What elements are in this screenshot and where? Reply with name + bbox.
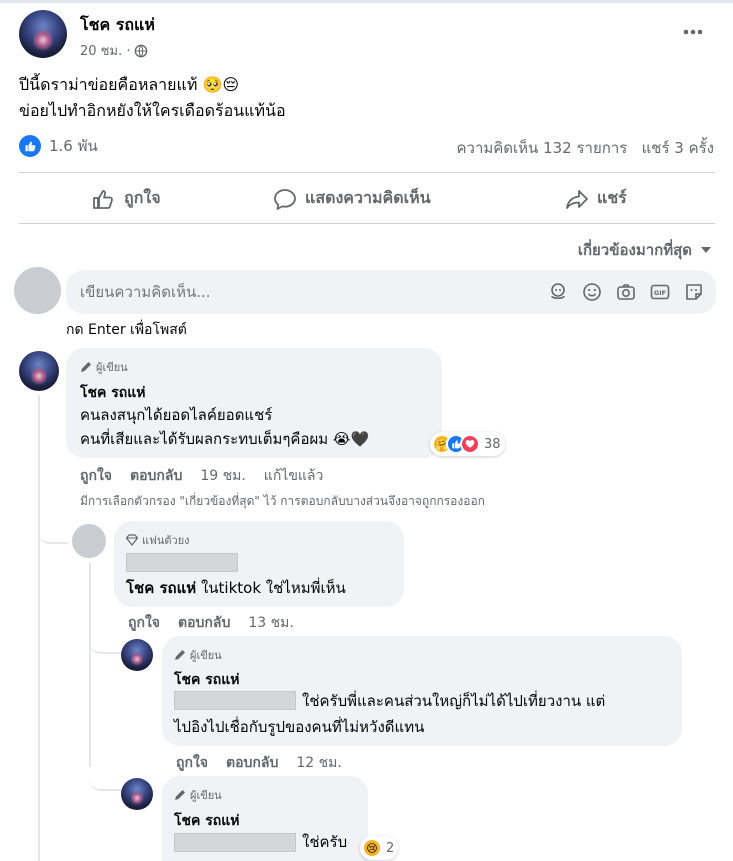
reaction-count: 38 <box>484 436 501 452</box>
post-meta: 20 ชม. · <box>80 40 148 61</box>
comment-edited: แก้ไขแล้ว <box>263 468 324 484</box>
comment-reply-link[interactable]: ตอบกลับ <box>130 465 182 487</box>
comment-input[interactable] <box>80 281 480 303</box>
share-arrow-icon <box>566 189 588 209</box>
badge-label: ผู้เขียน <box>190 649 222 662</box>
comment-actions: ถูกใจ ตอบกลับ 12 ชม. <box>176 752 342 774</box>
post-time[interactable]: 20 ชม. · <box>80 40 130 61</box>
reply-connector <box>38 520 68 544</box>
divider <box>19 223 715 224</box>
comment-bubble: ผู้เขียน โชค รถแห่ ใช่ครับ <box>162 776 368 861</box>
comment-button[interactable]: แสดงความคิดเห็น <box>273 186 431 211</box>
comment-composer[interactable]: GIF <box>66 270 716 314</box>
comment-sort-dropdown[interactable]: เกี่ยวข้องมากที่สุด <box>578 238 712 262</box>
commenter-avatar[interactable] <box>121 639 153 671</box>
sort-label: เกี่ยวข้องมากที่สุด <box>577 241 692 259</box>
divider <box>19 172 715 173</box>
comment-author[interactable]: โชค รถแห่ <box>174 810 240 832</box>
commenter-avatar[interactable] <box>72 524 106 558</box>
reaction-count: 2 <box>386 840 395 856</box>
share-label: แชร์ <box>597 188 627 207</box>
post-text: ปีนี้ดราม่าข่อยคือหลายแท้ 🥺😔 ข่อยไปทำอิก… <box>19 72 286 124</box>
composer-hint: กด Enter เพื่อโพสต์ <box>66 322 187 338</box>
svg-text:GIF: GIF <box>654 289 666 297</box>
reaction-summary[interactable]: 1.6 พัน <box>19 134 98 158</box>
comment-actions: ถูกใจ ตอบกลับ 13 ชม. <box>128 612 294 634</box>
comment-label: แสดงความคิดเห็น <box>305 188 431 207</box>
comment-reply-link[interactable]: ตอบกลับ <box>178 612 230 634</box>
post-text-line: ข่อยไปทำอิกหยังให้ใครเดือดร้อนแท้น้อ <box>19 101 286 120</box>
sticker-avatar-icon[interactable] <box>548 282 568 302</box>
like-label: ถูกใจ <box>124 188 161 207</box>
comment-time[interactable]: 19 ชม. <box>200 465 245 487</box>
comment-bubble: ผู้เขียน โชค รถแห่ คนลงสนุกได้ยอดไลค์ยอด… <box>66 348 442 458</box>
badge-label: ผู้เขียน <box>96 361 128 374</box>
thread-line <box>38 395 40 861</box>
comment-author[interactable]: โชค รถแห่ <box>80 382 146 404</box>
more-horizontal-icon <box>683 29 703 35</box>
badge-label: แฟนตัวยง <box>142 534 190 547</box>
comment-actions: ถูกใจ ตอบกลับ 19 ชม. แก้ไขแล้ว <box>80 465 323 487</box>
redacted-tag <box>126 553 238 572</box>
post-text-line: ปีนี้ดราม่าข่อยคือหลายแท้ 🥺😔 <box>19 75 240 94</box>
comment-reactions[interactable]: 😢 2 <box>360 836 399 860</box>
globe-icon <box>135 44 148 57</box>
comment-reactions[interactable]: 🤗 38 <box>430 432 505 456</box>
comment-text-body: ในtiktok ใช่ไหมพี่เห็น <box>196 579 346 597</box>
fan-badge: แฟนตัวยง <box>126 531 190 549</box>
more-options-button[interactable] <box>681 22 705 46</box>
thread-line <box>89 562 91 767</box>
current-user-avatar[interactable] <box>14 267 61 314</box>
author-badge: ผู้เขียน <box>174 786 222 804</box>
comment-like-link[interactable]: ถูกใจ <box>128 612 160 634</box>
top-divider <box>0 0 733 3</box>
redacted-tag <box>174 833 296 852</box>
tagged-name[interactable]: โชค รถแห่ <box>126 579 196 597</box>
author-badge: ผู้เขียน <box>80 358 128 376</box>
comment-time[interactable]: 13 ชม. <box>248 612 293 634</box>
composer-tools: GIF <box>548 282 704 302</box>
author-badge: ผู้เขียน <box>174 646 222 664</box>
badge-label: ผู้เขียน <box>190 789 222 802</box>
comment-reply-link[interactable]: ตอบกลับ <box>226 752 278 774</box>
share-button[interactable]: แชร์ <box>565 186 627 211</box>
comments-shares-count[interactable]: ความคิดเห็น 132 รายการ แชร์ 3 ครั้ง <box>456 136 714 160</box>
sad-reaction-icon: 😢 <box>362 838 382 858</box>
love-reaction-icon <box>460 434 480 454</box>
diamond-icon <box>126 534 138 546</box>
like-reaction-icon <box>19 135 41 157</box>
pencil-icon <box>175 790 185 800</box>
author-avatar[interactable] <box>19 10 67 58</box>
comment-bubble: ผู้เขียน โชค รถแห่ ใช่ครับพี่และคนส่วนให… <box>162 636 682 746</box>
comment-text-line: ไปอิงไปเชื่อกับรูปของคนที่ไม่หวังดีแทน <box>174 718 425 736</box>
comment-text-line: คนลงสนุกได้ยอดไลค์ยอดแชร์ <box>80 406 273 424</box>
comment-author[interactable]: โชค รถแห่ <box>174 669 240 691</box>
comment-time[interactable]: 12 ชม. <box>296 752 341 774</box>
like-button[interactable]: ถูกใจ <box>92 186 161 211</box>
pencil-icon <box>175 650 185 660</box>
post-author-name[interactable]: โชค รถแห่ <box>80 13 155 38</box>
gif-icon[interactable]: GIF <box>650 282 670 302</box>
reaction-count: 1.6 พัน <box>49 137 98 155</box>
comment-bubble-icon <box>274 188 296 210</box>
comment-like-link[interactable]: ถูกใจ <box>176 752 208 774</box>
comment-like-link[interactable]: ถูกใจ <box>80 465 112 487</box>
thumbs-up-icon <box>93 189 113 209</box>
reply-connector <box>89 767 121 791</box>
camera-icon[interactable] <box>616 282 636 302</box>
redacted-tag <box>174 691 296 710</box>
commenter-avatar[interactable] <box>121 778 153 810</box>
comment-text-line: ใช่ครับพี่และคนส่วนใหญ่ก็ไม่ได้ไปเที่ยวง… <box>302 692 606 710</box>
sticker-icon[interactable] <box>684 282 704 302</box>
comment-text: โชค รถแห่ ในtiktok ใช่ไหมพี่เห็น <box>126 577 346 599</box>
comment-text: ใช่ครับ <box>302 833 348 851</box>
emoji-icon[interactable] <box>582 282 602 302</box>
comment-bubble: แฟนตัวยง โชค รถแห่ ในtiktok ใช่ไหมพี่เห็… <box>114 521 404 607</box>
reply-connector <box>89 630 121 654</box>
commenter-avatar[interactable] <box>19 351 59 391</box>
filter-note: มีการเลือกตัวกรอง "เกี่ยวข้องที่สุด" ไว้… <box>80 494 485 508</box>
comment-text-line: คนที่เสียและได้รับผลกระทบเต็มๆคือผม 😭🖤 <box>80 430 370 448</box>
pencil-icon <box>81 362 91 372</box>
caret-down-icon <box>701 247 711 253</box>
